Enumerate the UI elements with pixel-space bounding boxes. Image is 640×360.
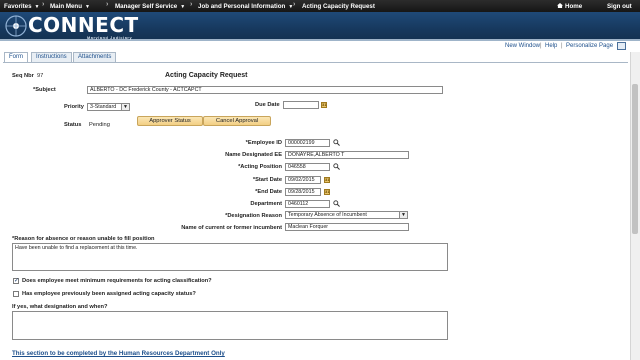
approver-status-button[interactable]: Approver Status bbox=[137, 116, 203, 126]
link-separator: | bbox=[540, 43, 542, 49]
seq-nbr-label: Seq Nbr bbox=[12, 73, 34, 79]
chevron-down-icon: ▼ bbox=[399, 212, 407, 218]
reason-textarea[interactable]: Have been unable to find a replacement a… bbox=[12, 243, 448, 271]
status-label: Status bbox=[64, 122, 82, 128]
start-date-label: *Start Date bbox=[252, 177, 282, 183]
end-date-field[interactable]: 09/28/2015 bbox=[285, 188, 321, 196]
separator-icon: › bbox=[106, 1, 109, 8]
new-window-link[interactable]: New Window bbox=[505, 43, 540, 49]
home-icon bbox=[557, 3, 563, 8]
incumbent-label: Name of current or former incumbent bbox=[181, 225, 282, 231]
tab-attachments[interactable]: Attachments bbox=[73, 52, 117, 62]
reason-label: *Reason for absence or reason unable to … bbox=[12, 236, 155, 242]
separator-icon: › bbox=[293, 1, 296, 8]
nav-main-menu-label: Main Menu bbox=[50, 3, 82, 10]
logo-icon bbox=[5, 15, 27, 37]
logo-subtitle: Maryland Judiciary bbox=[87, 36, 133, 40]
nav-job-label: Job and Personal Information bbox=[198, 3, 286, 10]
designation-reason-select[interactable]: Temporary Absence of Incumbent ▼ bbox=[285, 211, 408, 219]
start-date-field[interactable]: 09/02/2015 bbox=[285, 176, 321, 184]
employee-id-label: *Employee ID bbox=[245, 140, 282, 146]
tab-instructions[interactable]: Instructions bbox=[31, 52, 72, 62]
top-navigation-bar: Favorites ▼ › Main Menu ▼ › Manager Self S… bbox=[0, 0, 640, 12]
search-icon[interactable] bbox=[333, 139, 340, 146]
name-designated-field: DONAYRE,ALBERTO T bbox=[285, 151, 409, 159]
designation-reason-selected: Temporary Absence of Incumbent bbox=[288, 212, 367, 218]
end-date-label: *End Date bbox=[255, 189, 282, 195]
previously-assigned-checkbox[interactable] bbox=[13, 291, 19, 297]
department-field[interactable]: 0460112 bbox=[285, 200, 330, 208]
search-icon[interactable] bbox=[333, 200, 340, 207]
personalize-page-link[interactable]: Personalize Page bbox=[566, 43, 613, 49]
meets-requirements-checkbox[interactable]: ✓ bbox=[13, 278, 19, 284]
meets-requirements-label: Does employee meet minimum requirements … bbox=[22, 278, 212, 284]
nav-job-personal-info[interactable]: Job and Personal Information ▼ bbox=[198, 3, 293, 10]
due-date-label: Due Date bbox=[255, 102, 280, 108]
previously-assigned-label: Has employee previously been assigned ac… bbox=[22, 291, 196, 297]
separator-icon: › bbox=[190, 1, 193, 8]
calendar-icon[interactable]: 31 bbox=[324, 189, 330, 195]
priority-select[interactable]: 3-Standard ▼ bbox=[87, 103, 130, 111]
grid-icon[interactable] bbox=[617, 42, 626, 50]
nav-mss-label: Manager Self Service bbox=[115, 3, 178, 10]
home-link[interactable]: Home bbox=[557, 3, 582, 10]
subject-field[interactable]: ALBERTO - DC Frederick County - ACTCAPCT bbox=[87, 86, 443, 94]
designation-reason-label: *Designation Reason bbox=[225, 213, 282, 219]
due-date-field[interactable] bbox=[283, 101, 319, 109]
calendar-icon[interactable]: 31 bbox=[324, 177, 330, 183]
caret-down-icon: ▼ bbox=[84, 4, 90, 10]
nav-manager-self-service[interactable]: Manager Self Service ▼ bbox=[115, 3, 185, 10]
incumbent-field[interactable]: Maclean Forquer bbox=[285, 223, 409, 231]
scrollbar-thumb[interactable] bbox=[632, 84, 638, 234]
employee-id-field[interactable]: 000002199 bbox=[285, 139, 330, 147]
subject-label: *Subject bbox=[33, 87, 56, 93]
nav-acting-capacity-request[interactable]: Acting Capacity Request bbox=[302, 3, 375, 10]
link-separator: | bbox=[561, 43, 563, 49]
logo-text: CONNECT bbox=[28, 13, 139, 37]
nav-favorites[interactable]: Favorites ▼ bbox=[4, 3, 39, 10]
tab-divider bbox=[3, 62, 628, 63]
caret-down-icon: ▼ bbox=[180, 4, 186, 10]
separator-icon: › bbox=[42, 1, 45, 8]
cancel-approval-button[interactable]: Cancel Approval bbox=[203, 116, 271, 126]
help-link[interactable]: Help bbox=[545, 43, 557, 49]
signout-link[interactable]: Sign out bbox=[607, 3, 632, 10]
home-label: Home bbox=[565, 3, 583, 10]
status-value: Pending bbox=[89, 122, 110, 128]
hr-section-link[interactable]: This section to be completed by the Huma… bbox=[12, 350, 225, 357]
page-title: Acting Capacity Request bbox=[165, 72, 248, 79]
calendar-icon[interactable]: 31 bbox=[321, 102, 327, 108]
search-icon[interactable] bbox=[333, 163, 340, 170]
name-designated-label: Name Designated EE bbox=[225, 152, 282, 158]
acting-position-label: *Acting Position bbox=[238, 164, 282, 170]
header-banner: CONNECT Maryland Judiciary bbox=[0, 12, 640, 41]
priority-label: Priority bbox=[64, 104, 84, 110]
chevron-down-icon: ▼ bbox=[121, 104, 129, 110]
department-label: Department bbox=[250, 201, 282, 207]
nav-favorites-label: Favorites bbox=[4, 3, 32, 10]
seq-nbr-value: 97 bbox=[37, 73, 44, 79]
if-yes-textarea[interactable] bbox=[12, 311, 448, 340]
priority-selected-value: 3-Standard bbox=[90, 104, 117, 110]
nav-main-menu[interactable]: Main Menu ▼ bbox=[50, 3, 90, 10]
caret-down-icon: ▼ bbox=[34, 4, 40, 10]
acting-position-field[interactable]: 046558 bbox=[285, 163, 330, 171]
if-yes-label: If yes, what designation and when? bbox=[12, 304, 108, 310]
